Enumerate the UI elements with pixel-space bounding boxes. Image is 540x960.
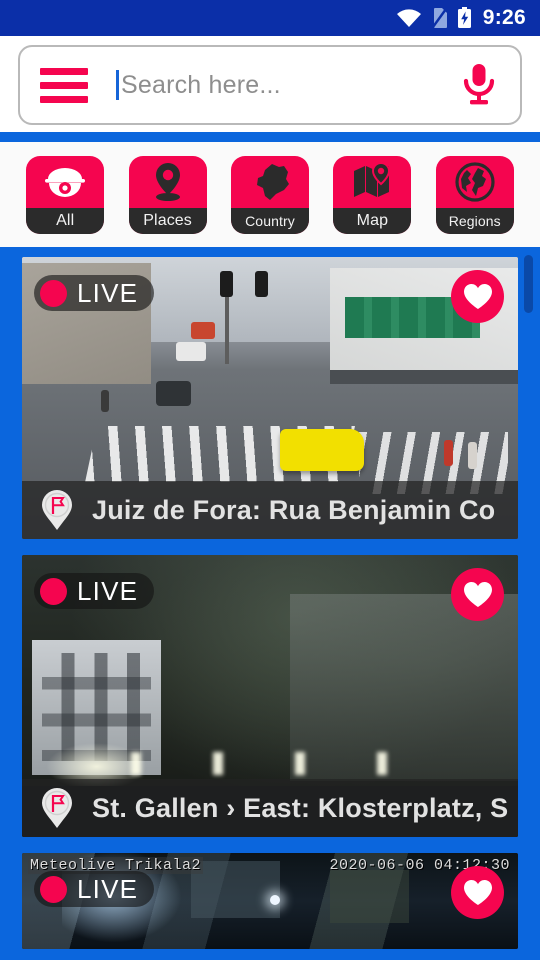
- location-pin-icon: [129, 156, 207, 208]
- live-badge: LIVE: [34, 871, 155, 907]
- category-map[interactable]: Map: [333, 155, 412, 234]
- camera-list[interactable]: LIVE Juiz de Fora: Rua Benjamin Co LIVE …: [0, 247, 540, 960]
- no-sim-icon: [431, 7, 448, 29]
- category-all[interactable]: All: [26, 155, 105, 234]
- hamburger-menu-icon[interactable]: [40, 67, 88, 103]
- search-placeholder: Search here...: [121, 70, 281, 99]
- battery-charging-icon: [457, 7, 472, 29]
- category-label: Places: [128, 207, 207, 234]
- favorite-button[interactable]: [451, 568, 504, 621]
- text-caret: [116, 70, 119, 100]
- divider: [0, 132, 540, 142]
- category-strip: All Places Country Map Regions: [0, 142, 540, 247]
- category-label: Regions: [435, 207, 514, 234]
- live-dot-icon: [40, 279, 67, 307]
- heart-icon: [463, 283, 492, 309]
- live-label: LIVE: [77, 277, 139, 308]
- favorite-button[interactable]: [451, 866, 504, 919]
- category-label: All: [26, 207, 105, 234]
- camera-title: St. Gallen › East: Klosterplatz, S: [92, 792, 509, 823]
- category-country[interactable]: Country: [230, 155, 309, 234]
- heart-icon: [463, 581, 492, 607]
- category-places[interactable]: Places: [128, 155, 207, 234]
- search-bar[interactable]: Search here...: [18, 45, 522, 125]
- camera-card[interactable]: LIVE Juiz de Fora: Rua Benjamin Co: [22, 257, 518, 539]
- camera-title: Juiz de Fora: Rua Benjamin Co: [92, 494, 496, 525]
- wifi-icon: [396, 8, 422, 28]
- flag-pin-icon: [22, 489, 92, 539]
- search-input[interactable]: Search here...: [88, 47, 456, 123]
- camera-card[interactable]: Meteolive Trikala2 2020-06-06 04:12:30 L…: [22, 853, 518, 949]
- microphone-icon[interactable]: [456, 61, 502, 109]
- scrollbar[interactable]: [524, 255, 533, 313]
- live-label: LIVE: [77, 873, 139, 904]
- camera-caption: Juiz de Fora: Rua Benjamin Co: [22, 481, 518, 539]
- status-bar-clock: 9:26: [482, 6, 526, 29]
- globe-icon: [436, 156, 514, 208]
- category-label: Country: [230, 207, 309, 234]
- status-bar: 9:26: [0, 0, 540, 36]
- category-label: Map: [333, 207, 412, 234]
- live-badge: LIVE: [34, 573, 155, 609]
- camera-card[interactable]: LIVE St. Gallen › East: Klosterplatz, S: [22, 555, 518, 837]
- live-dot-icon: [40, 875, 67, 903]
- favorite-button[interactable]: [451, 270, 504, 323]
- folded-map-icon: [333, 156, 411, 208]
- security-camera-icon: [26, 156, 104, 208]
- live-label: LIVE: [77, 575, 139, 606]
- live-dot-icon: [40, 577, 67, 605]
- country-shape-icon: [231, 156, 309, 208]
- search-bar-container: Search here...: [0, 36, 540, 132]
- live-badge: LIVE: [34, 275, 155, 311]
- flag-pin-icon: [22, 787, 92, 837]
- app-screen: 9:26 Search here... All Places Country M…: [0, 0, 540, 960]
- category-regions[interactable]: Regions: [435, 155, 514, 234]
- heart-icon: [463, 879, 492, 905]
- camera-caption: St. Gallen › East: Klosterplatz, S: [22, 779, 518, 837]
